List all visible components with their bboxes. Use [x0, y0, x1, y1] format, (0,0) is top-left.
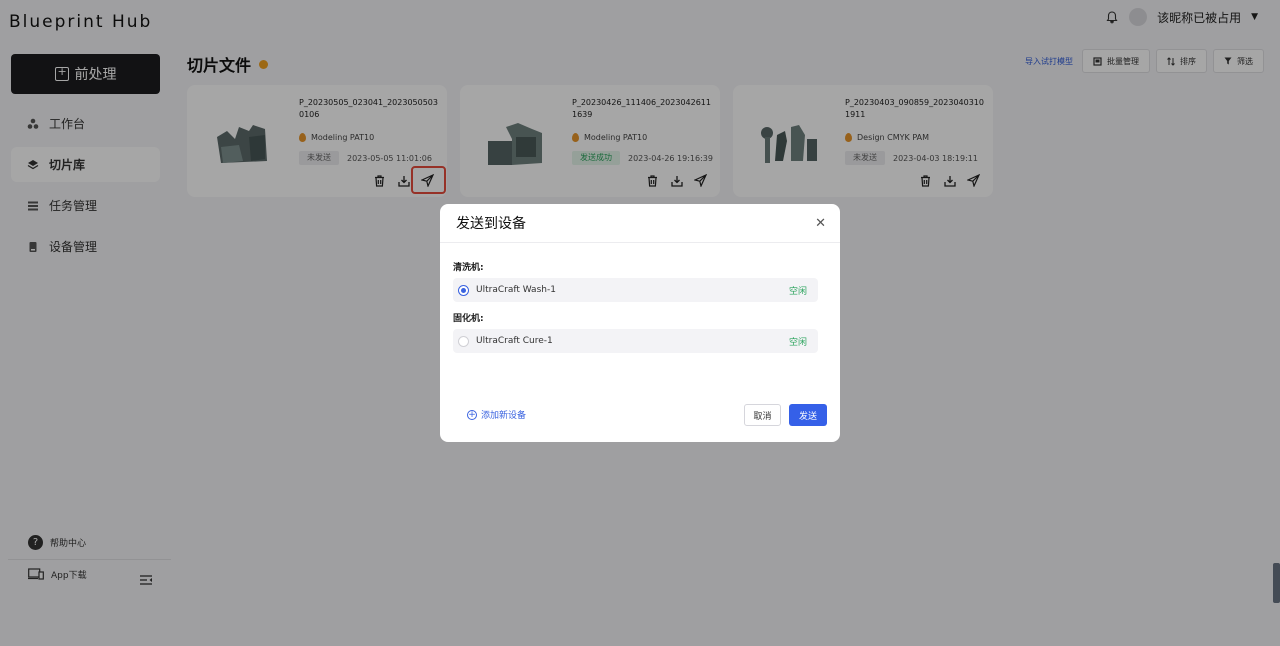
device-name: UltraCraft Wash-1 — [476, 285, 556, 295]
device-name: UltraCraft Cure-1 — [476, 336, 553, 346]
plus-circle-icon: + — [467, 409, 477, 420]
curer-radio[interactable] — [458, 335, 469, 347]
curer-section-label: 固化机: — [453, 314, 484, 324]
send-confirm-button[interactable]: 发送 — [789, 404, 827, 426]
send-to-device-dialog: 发送到设备 ✕ 清洗机: UltraCraft Wash-1 空闲 固化机: U… — [440, 204, 840, 442]
cancel-button[interactable]: 取消 — [744, 404, 781, 426]
add-device-link[interactable]: + 添加新设备 — [467, 408, 526, 421]
device-option-washer[interactable]: UltraCraft Wash-1 空闲 — [453, 278, 818, 302]
close-icon[interactable]: ✕ — [815, 216, 826, 231]
dialog-header: 发送到设备 ✕ — [440, 204, 840, 243]
device-option-curer[interactable]: UltraCraft Cure-1 空闲 — [453, 329, 818, 353]
device-status: 空闲 — [788, 337, 807, 348]
device-status: 空闲 — [788, 286, 807, 297]
washer-section-label: 清洗机: — [453, 263, 484, 273]
dialog-title: 发送到设备 — [456, 216, 526, 232]
add-device-label: 添加新设备 — [481, 411, 527, 421]
washer-radio[interactable] — [458, 284, 469, 296]
scrollbar-handle[interactable] — [1273, 563, 1280, 603]
